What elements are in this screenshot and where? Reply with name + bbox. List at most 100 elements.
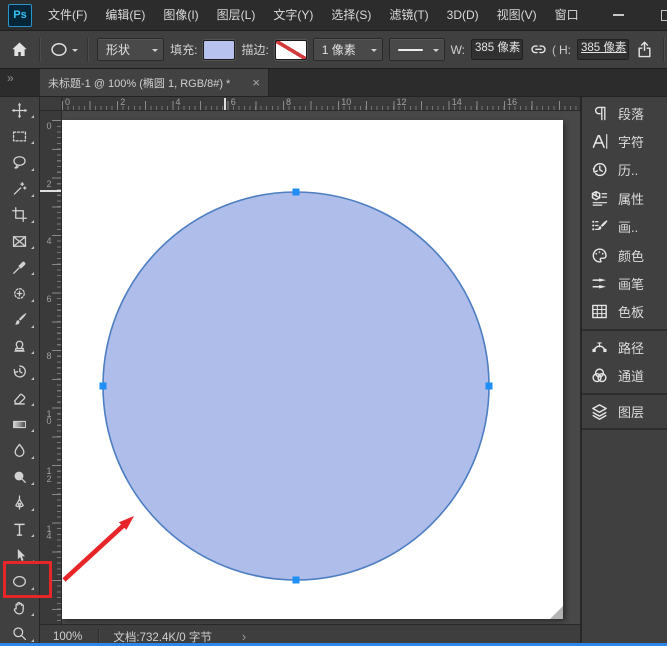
tool-blur[interactable] (0, 437, 39, 463)
menu-select[interactable]: 选择(S) (322, 0, 380, 30)
panel-group: 路径通道 (582, 331, 667, 395)
height-label: H: (559, 43, 571, 57)
tool-type[interactable] (0, 516, 39, 542)
panel-tab-swatches[interactable]: 色板 (582, 298, 667, 326)
tab-close-icon[interactable]: × (252, 76, 260, 89)
h-ruler-label: 2 (120, 97, 125, 107)
panel-tab-color[interactable]: 颜色 (582, 241, 667, 269)
panel-group: 图层 (582, 395, 667, 430)
swatches-icon (590, 302, 609, 321)
titlebar: Ps 文件(F)编辑(E)图像(I)图层(L)文字(Y)选择(S)滤镜(T)3D… (0, 0, 667, 30)
stroke-width-select[interactable]: 1 像素 (313, 38, 383, 61)
tool-lasso[interactable] (0, 149, 39, 175)
document-area: 0246810121416 024681 01 21 4 (40, 97, 580, 646)
document-tab[interactable]: 未标题-1 @ 100% (椭圆 1, RGB/8#) * × (40, 69, 269, 96)
panel-tab-properties[interactable]: 属性 (582, 184, 667, 212)
panel-tab-channels[interactable]: 通道 (582, 362, 667, 390)
menu-file[interactable]: 文件(F) (39, 0, 96, 30)
anchor-point-bottom[interactable] (293, 577, 300, 584)
cursor-position-marker-vertical (40, 190, 61, 192)
fill-swatch[interactable] (203, 40, 235, 60)
menu-edit[interactable]: 编辑(E) (96, 0, 154, 30)
fill-label: 填充: (170, 41, 197, 58)
menu-3d[interactable]: 3D(D) (438, 0, 488, 30)
tool-mode-value: 形状 (106, 41, 130, 58)
minimize-button[interactable] (602, 0, 636, 30)
menu-window[interactable]: 窗口 (546, 0, 588, 30)
h-ruler-label: 6 (231, 97, 236, 107)
menu-type[interactable]: 文字(Y) (264, 0, 322, 30)
h-ruler-label: 4 (176, 97, 181, 107)
share-icon[interactable] (635, 40, 655, 60)
width-input[interactable]: 385 像素 (471, 39, 523, 60)
color-icon (590, 246, 609, 265)
shape-layer[interactable] (62, 120, 563, 619)
horizontal-ruler[interactable]: 0246810121416 (40, 97, 580, 111)
panel-tab-label: 图层 (618, 402, 644, 421)
divider (87, 38, 88, 62)
properties-icon (590, 189, 609, 208)
v-ruler-label: 1 4 (44, 526, 54, 541)
h-ruler-label: 16 (507, 97, 517, 107)
tool-dodge[interactable] (0, 464, 39, 490)
panel-tab-label: 画笔 (618, 274, 644, 293)
brushes-icon (590, 274, 609, 293)
anchor-point-top[interactable] (293, 189, 300, 196)
canvas-viewport[interactable] (62, 111, 580, 624)
menu-layer[interactable]: 图层(L) (208, 0, 265, 30)
tool-ellipse[interactable] (0, 568, 39, 594)
ellipse-shape[interactable] (103, 192, 489, 580)
panel-tab-paths[interactable]: 路径 (582, 333, 667, 361)
tool-preset-dropdown[interactable] (49, 40, 78, 60)
panel-tab-brushes[interactable]: 画笔 (582, 269, 667, 297)
panel-tab-history[interactable]: 历.. (582, 156, 667, 184)
tool-mode-select[interactable]: 形状 (97, 38, 164, 61)
tool-brush[interactable] (0, 307, 39, 333)
panel-tab-label: 字符 (618, 132, 644, 151)
status-expand-chevron[interactable]: › (242, 629, 246, 644)
chevron-down-icon (433, 49, 439, 55)
stroke-style-select[interactable] (389, 38, 444, 61)
tool-path-selection[interactable] (0, 542, 39, 568)
height-input[interactable]: 385 像素 (577, 39, 629, 60)
anchor-point-right[interactable] (486, 383, 493, 390)
anchor-point-left[interactable] (100, 383, 107, 390)
menu-image[interactable]: 图像(I) (154, 0, 207, 30)
panel-tab-brush-settings[interactable]: 画.. (582, 213, 667, 241)
v-ruler-label: 8 (44, 353, 54, 361)
document-tab-title: 未标题-1 @ 100% (椭圆 1, RGB/8#) * (48, 75, 230, 91)
maximize-button[interactable] (650, 0, 667, 30)
photoshop-window: Ps 文件(F)编辑(E)图像(I)图层(L)文字(Y)选择(S)滤镜(T)3D… (0, 0, 667, 646)
toolbar-collapse-chevrons[interactable]: » (7, 71, 13, 85)
tool-eraser[interactable] (0, 385, 39, 411)
v-ruler-label: 2 (44, 181, 54, 189)
tool-history-brush[interactable] (0, 359, 39, 385)
panel-tab-paragraph[interactable]: 段落 (582, 99, 667, 127)
menu-filter[interactable]: 滤镜(T) (380, 0, 437, 30)
home-icon[interactable] (10, 40, 30, 60)
tool-spot-healing[interactable] (0, 280, 39, 306)
link-dimensions-icon[interactable] (529, 40, 549, 60)
page-curl-icon (550, 606, 563, 619)
stroke-swatch[interactable] (275, 40, 307, 60)
tool-gradient[interactable] (0, 411, 39, 437)
tool-hand[interactable] (0, 595, 39, 621)
vertical-ruler[interactable]: 024681 01 21 4 (40, 111, 62, 624)
tool-frame[interactable] (0, 228, 39, 254)
tool-crop[interactable] (0, 202, 39, 228)
panel-tab-character[interactable]: 字符 (582, 127, 667, 155)
tool-rectangular-marquee[interactable] (0, 123, 39, 149)
tool-eyedropper[interactable] (0, 254, 39, 280)
zoom-level-field[interactable]: 100% (53, 631, 82, 643)
document-canvas[interactable] (62, 120, 563, 619)
tool-clone-stamp[interactable] (0, 333, 39, 359)
panel-tab-layers[interactable]: 图层 (582, 397, 667, 425)
tool-magic-wand[interactable] (0, 176, 39, 202)
tool-move[interactable] (0, 97, 39, 123)
toolbox (0, 97, 40, 646)
panel-tab-label: 段落 (618, 104, 644, 123)
ruler-origin-corner[interactable] (40, 97, 62, 110)
menu-view[interactable]: 视图(V) (488, 0, 546, 30)
panel-tab-label: 颜色 (618, 246, 644, 265)
tool-pen[interactable] (0, 490, 39, 516)
